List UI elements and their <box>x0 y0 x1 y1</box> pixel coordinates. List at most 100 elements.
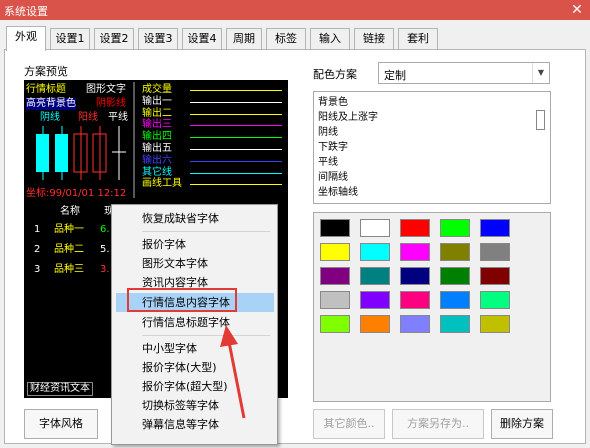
preview-label: 方案预览 <box>24 65 68 78</box>
color-swatch[interactable] <box>480 219 510 237</box>
series-line <box>190 172 282 174</box>
color-swatch[interactable] <box>440 291 470 309</box>
menu-separator <box>142 231 270 232</box>
scheme-select[interactable]: 定制 ▼ <box>378 62 550 84</box>
preview-news-tag: 财经资讯文本 <box>27 382 93 396</box>
row-value: 3. <box>100 264 110 275</box>
font-style-button[interactable]: 字体风格 <box>24 409 98 439</box>
color-swatch[interactable] <box>400 291 430 309</box>
row-number: 3 <box>34 264 41 275</box>
tab-settings3[interactable]: 设置3 <box>138 28 178 50</box>
menu-item-graphic-text-font[interactable]: 图形文本字体 <box>116 254 274 273</box>
menu-item-market-title-font[interactable]: 行情信息标题字体 <box>116 313 274 332</box>
menu-item-quote-font[interactable]: 报价字体 <box>116 235 274 254</box>
series-line <box>190 113 282 115</box>
other-color-button[interactable]: 其它颜色.. <box>313 409 385 439</box>
color-item-list[interactable]: 背景色 阳线及上涨字 阴线 下跌字 平线 间隔线 坐标轴线 <box>313 91 551 204</box>
row-name: 品种三 <box>54 264 84 275</box>
list-item[interactable]: 阴线 <box>318 126 338 139</box>
save-scheme-button[interactable]: 方案另存为.. <box>392 409 484 439</box>
color-swatch[interactable] <box>440 315 470 333</box>
row-number: 1 <box>34 224 41 235</box>
font-context-menu: 恢复成缺省字体 报价字体 图形文本字体 资讯内容字体 行情信息内容字体 行情信息… <box>111 204 278 445</box>
color-swatch[interactable] <box>480 315 510 333</box>
color-swatch[interactable] <box>320 219 350 237</box>
menu-item-restore-default[interactable]: 恢复成缺省字体 <box>116 209 274 228</box>
series-label: 输出六 <box>142 154 172 166</box>
scheme-label: 配色方案 <box>313 68 357 81</box>
color-swatch[interactable] <box>480 291 510 309</box>
tab-settings1[interactable]: 设置1 <box>50 28 90 50</box>
series-line <box>190 149 282 150</box>
color-swatch[interactable] <box>480 267 510 285</box>
tab-settings2[interactable]: 设置2 <box>94 28 134 50</box>
tab-arbitrage[interactable]: 套利 <box>398 28 438 50</box>
title-bar: 系统设置 ✕ <box>0 0 590 20</box>
color-swatch[interactable] <box>400 267 430 285</box>
series-label: 输出二 <box>142 107 172 119</box>
list-item[interactable]: 阳线及上涨字 <box>318 111 378 124</box>
series-label: 画线工具 <box>142 178 182 190</box>
series-line <box>190 184 282 186</box>
tab-settings4[interactable]: 设置4 <box>182 28 222 50</box>
series-label: 输出一 <box>142 95 172 107</box>
scheme-value: 定制 <box>384 69 406 82</box>
menu-item-news-font[interactable]: 资讯内容字体 <box>116 273 274 292</box>
color-swatch[interactable] <box>360 315 390 333</box>
color-swatch[interactable] <box>320 291 350 309</box>
color-swatch[interactable] <box>400 219 430 237</box>
menu-separator <box>142 335 270 336</box>
tab-link[interactable]: 链接 <box>354 28 394 50</box>
color-swatch[interactable] <box>400 315 430 333</box>
color-swatch[interactable] <box>320 243 350 261</box>
series-line <box>190 90 282 91</box>
color-swatch[interactable] <box>320 267 350 285</box>
series-label: 输出五 <box>142 143 172 154</box>
color-swatch[interactable] <box>480 243 510 261</box>
tab-input[interactable]: 输入 <box>310 28 350 50</box>
list-scrollbar[interactable] <box>536 110 545 130</box>
chevron-down-icon[interactable]: ▼ <box>532 63 549 83</box>
row-value: 5. <box>100 244 110 255</box>
series-line <box>190 137 282 139</box>
color-swatch[interactable] <box>360 243 390 261</box>
list-item[interactable]: 下跌字 <box>318 141 348 154</box>
preview-table-header: 名称 <box>60 206 80 217</box>
series-line <box>190 160 282 162</box>
color-swatch[interactable] <box>400 243 430 261</box>
menu-item-barrage-font[interactable]: 弹幕信息等字体 <box>116 415 274 434</box>
delete-scheme-button[interactable]: 删除方案 <box>491 409 553 439</box>
color-swatch[interactable] <box>360 267 390 285</box>
window-title: 系统设置 <box>4 5 48 18</box>
color-swatch[interactable] <box>440 219 470 237</box>
color-palette <box>313 212 551 402</box>
color-swatch[interactable] <box>320 315 350 333</box>
series-label: 成交量 <box>142 84 172 95</box>
tab-label[interactable]: 标签 <box>266 28 306 50</box>
close-icon[interactable]: ✕ <box>568 1 586 19</box>
list-item[interactable]: 间隔线 <box>318 171 348 184</box>
row-name: 品种二 <box>54 244 84 255</box>
color-swatch[interactable] <box>360 291 390 309</box>
tab-appearance[interactable]: 外观 <box>6 26 46 51</box>
row-value: 6. <box>100 224 110 235</box>
row-number: 2 <box>34 244 41 255</box>
preview-date: 坐标:99/01/01 12:12 <box>26 188 127 199</box>
tab-period[interactable]: 周期 <box>226 28 262 50</box>
series-line <box>190 125 282 127</box>
color-swatch[interactable] <box>440 267 470 285</box>
menu-item-quote-font-xlarge[interactable]: 报价字体(超大型) <box>116 377 274 396</box>
menu-item-quote-font-large[interactable]: 报价字体(大型) <box>116 358 274 377</box>
list-item[interactable]: 平线 <box>318 156 338 169</box>
tab-bar: 外观 设置1 设置2 设置3 设置4 周期 标签 输入 链接 套利 <box>4 26 586 51</box>
menu-item-tab-font[interactable]: 切换标签等字体 <box>116 396 274 415</box>
menu-item-small-font[interactable]: 中小型字体 <box>116 339 274 358</box>
series-label: 其它线 <box>142 166 172 178</box>
color-swatch[interactable] <box>360 219 390 237</box>
menu-item-market-content-font[interactable]: 行情信息内容字体 <box>116 293 274 312</box>
color-swatch[interactable] <box>440 243 470 261</box>
series-line <box>190 101 282 103</box>
row-name: 品种一 <box>54 224 84 235</box>
list-item[interactable]: 背景色 <box>318 96 348 109</box>
list-item[interactable]: 坐标轴线 <box>318 186 358 199</box>
